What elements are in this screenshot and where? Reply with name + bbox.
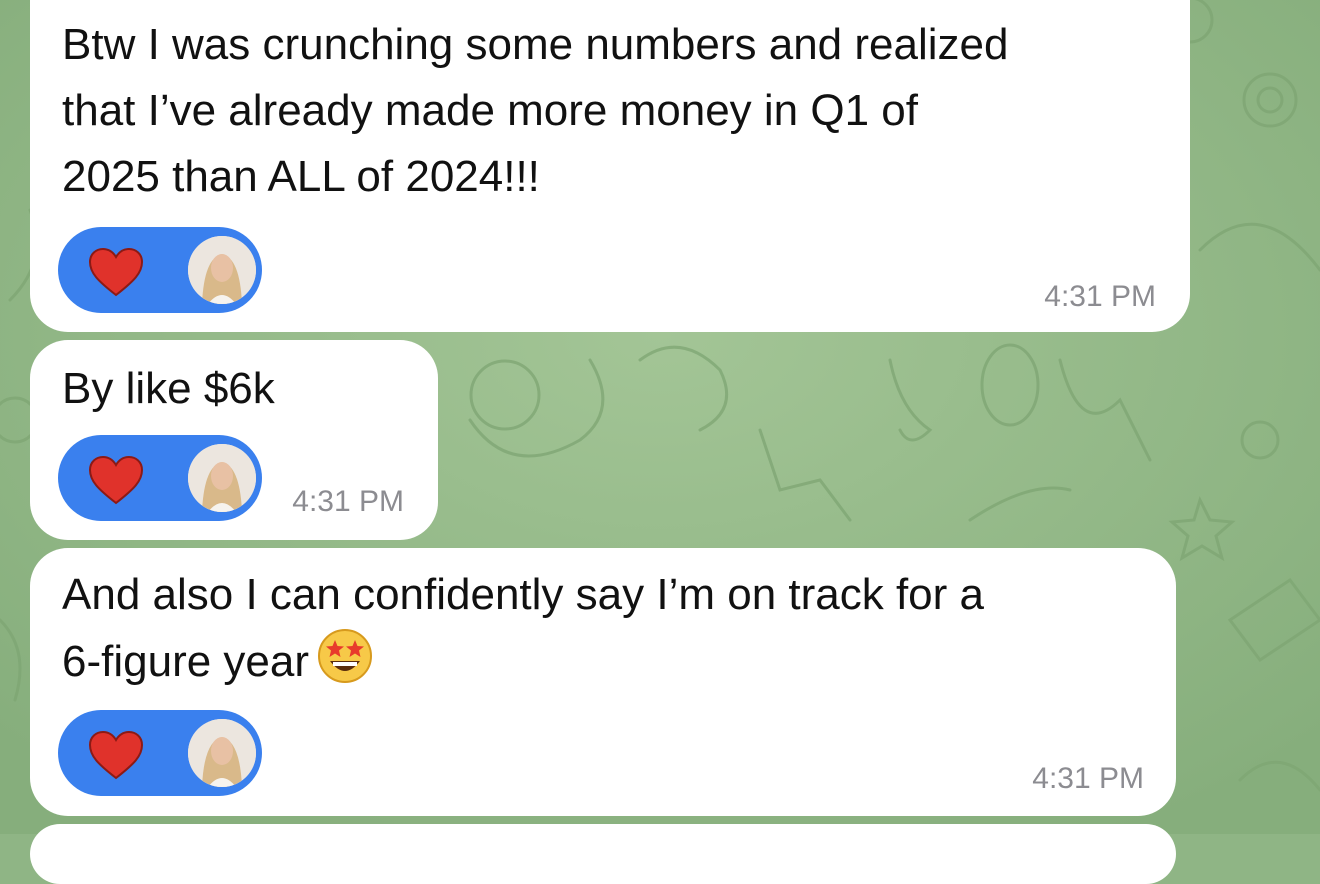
message-text: Btw I was crunching some numbers and rea… [62, 20, 1009, 201]
avatar-icon [188, 236, 256, 304]
avatar-icon [188, 719, 256, 787]
avatar-icon [188, 444, 256, 512]
message-time: 4:31 PM [1044, 280, 1156, 313]
message-time: 4:31 PM [292, 485, 404, 518]
red-heart-icon [88, 455, 144, 505]
reaction-pill[interactable] [58, 435, 262, 521]
message-time: 4:31 PM [1032, 762, 1144, 795]
message-bubble[interactable]: By like $6k 4:31 PM [30, 340, 438, 540]
message-bubble-partial[interactable] [30, 824, 1176, 884]
star-struck-emoji-icon [318, 629, 373, 683]
message-bubble[interactable]: Btw I was crunching some numbers and rea… [30, 0, 1190, 332]
reaction-pill[interactable] [58, 227, 262, 313]
message-text: By like $6k [62, 364, 275, 413]
message-bubble[interactable]: And also I can confidently say I’m on tr… [30, 548, 1176, 816]
message-text-content: And also I can confidently say I’m on tr… [62, 570, 985, 686]
message-text: And also I can confidently say I’m on tr… [62, 562, 984, 695]
red-heart-icon [88, 247, 144, 297]
red-heart-icon [88, 730, 144, 780]
reaction-pill[interactable] [58, 710, 262, 796]
